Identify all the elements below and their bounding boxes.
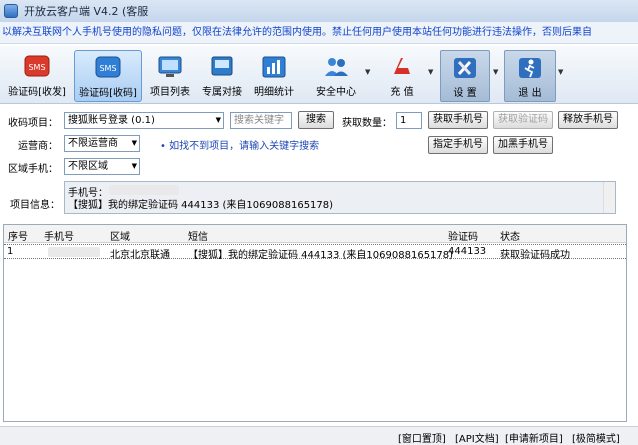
minimal-mode-button[interactable]: [极简模式] [572, 430, 620, 445]
row-sms: 【搜狐】我的绑定验证码 444133 (来自1069088165178) [188, 250, 454, 261]
release-phone-button[interactable]: 释放手机号 [558, 111, 618, 129]
dedicated-icon [207, 54, 237, 80]
security-users-icon [321, 54, 351, 80]
security-center-button[interactable]: 安全中心 [310, 50, 362, 102]
window-pin-button[interactable]: [窗口置顶] [398, 430, 446, 445]
operator-select[interactable]: 不限运营商 ▼ [64, 135, 140, 152]
table-row[interactable]: 1 北京北京联通 【搜狐】我的绑定验证码 444133 (来自106908816… [4, 244, 626, 261]
project-list-icon [155, 54, 185, 80]
sms-blue-icon: SMS [93, 55, 123, 81]
exit-button[interactable]: 退 出 [504, 50, 556, 102]
table-header: 序号 手机号 区域 短信 验证码 状态 [4, 225, 626, 243]
toolbar: SMS 验证码[收发] SMS 验证码[收码] 项目列表 专属对接 明细统计 安… [0, 46, 638, 104]
blacklist-phone-button[interactable]: 加黑手机号 [493, 136, 553, 154]
recharge-dropdown-icon[interactable]: ▼ [428, 68, 433, 76]
get-code-button[interactable]: 获取验证码 [493, 111, 553, 129]
stats-chart-icon [259, 54, 289, 80]
exit-dropdown-icon[interactable]: ▼ [558, 68, 563, 76]
apply-project-link[interactable]: [申请新项目] [505, 430, 563, 445]
api-docs-link[interactable]: [API文档] [455, 430, 499, 445]
settings-button[interactable]: 设 置 [440, 50, 490, 102]
title-bar: 开放云客户端 V4.2 (客服 [0, 0, 638, 22]
settings-dropdown-icon[interactable]: ▼ [493, 68, 498, 76]
info-message: 【搜狐】我的绑定验证码 444133 (来自1069088165178) [68, 200, 334, 211]
col-sms[interactable]: 短信 [188, 228, 208, 243]
col-code[interactable]: 验证码 [448, 228, 478, 243]
region-select[interactable]: 不限区域 ▼ [64, 158, 140, 175]
chevron-down-icon: ▼ [215, 116, 221, 124]
window-title: 开放云客户端 V4.2 (客服 [24, 5, 149, 18]
redacted-phone [48, 247, 100, 257]
search-hint-link[interactable]: • 如找不到项目，请输入关键字搜索 [160, 137, 319, 152]
svg-text:SMS: SMS [28, 63, 45, 72]
search-button[interactable]: 搜索 [298, 111, 334, 129]
redacted-phone [109, 185, 179, 195]
sms-table: 序号 手机号 区域 短信 验证码 状态 1 北京北京联通 【搜狐】我的绑定验证码… [3, 224, 627, 422]
quantity-input[interactable]: 1 [396, 112, 422, 129]
row-status: 获取验证码成功 [500, 250, 570, 261]
col-region[interactable]: 区域 [110, 228, 130, 243]
row-region: 北京北京联通 [110, 250, 170, 261]
dedicated-button[interactable]: 专属对接 [198, 50, 246, 102]
operator-label: 运营商： [18, 141, 58, 152]
exit-icon [515, 55, 545, 81]
col-status[interactable]: 状态 [500, 228, 520, 243]
project-list-button[interactable]: 项目列表 [146, 50, 194, 102]
sms-red-icon: SMS [22, 54, 52, 80]
info-label: 项目信息： [10, 200, 60, 211]
recharge-pdf-icon [387, 54, 417, 80]
chevron-down-icon: ▼ [131, 139, 137, 147]
get-phone-button[interactable]: 获取手机号 [428, 111, 488, 129]
legal-notice: 以解决互联网个人手机号使用的隐私问题，仅限在法律允许的范围内使用。禁止任何用户使… [0, 22, 638, 44]
security-dropdown-icon[interactable]: ▼ [365, 68, 370, 76]
settings-tools-icon [450, 55, 480, 81]
status-bar: [窗口置顶] [API文档] [申请新项目] [极简模式] [0, 426, 638, 445]
assign-phone-button[interactable]: 指定手机号 [428, 136, 488, 154]
info-scrollbar[interactable] [603, 182, 615, 213]
quantity-label: 获取数量： [342, 118, 392, 129]
stats-button[interactable]: 明细统计 [250, 50, 298, 102]
col-phone[interactable]: 手机号 [44, 228, 74, 243]
sms-send-receive-button[interactable]: SMS 验证码[收发] [4, 50, 70, 102]
region-label: 区域手机： [8, 164, 58, 175]
chevron-down-icon: ▼ [131, 162, 137, 170]
col-index[interactable]: 序号 [8, 228, 28, 243]
project-label: 收码项目： [8, 118, 58, 129]
project-select[interactable]: 搜狐账号登录 (0.1) ▼ [64, 112, 224, 129]
svg-text:SMS: SMS [99, 64, 116, 73]
search-input[interactable]: 搜索关键字 [230, 112, 292, 129]
row-index: 1 [7, 246, 14, 257]
row-code: 444133 [448, 246, 487, 257]
app-icon [4, 4, 18, 18]
project-info-box[interactable]: 手机号： 【搜狐】我的绑定验证码 444133 (来自1069088165178… [64, 181, 616, 214]
recharge-button[interactable]: 充 值 [378, 50, 426, 102]
sms-receive-button[interactable]: SMS 验证码[收码] [74, 50, 142, 102]
